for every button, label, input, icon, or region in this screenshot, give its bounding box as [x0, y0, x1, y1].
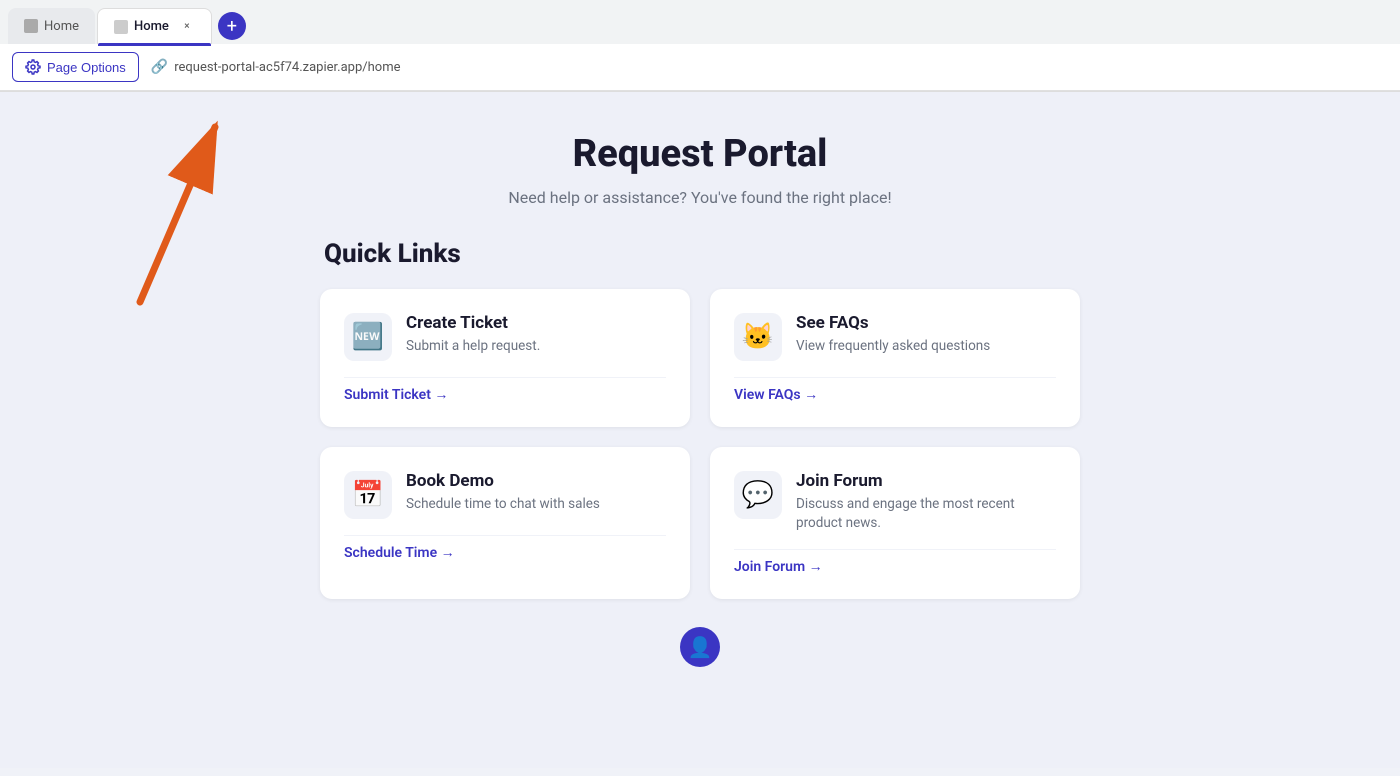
- tab-bar: Home Home × +: [0, 0, 1400, 44]
- browser-chrome: Home Home × + Page Options 🔗 request-por…: [0, 0, 1400, 92]
- join-forum-text: Join Forum Discuss and engage the most r…: [796, 471, 1056, 533]
- schedule-time-link[interactable]: Schedule Time →: [344, 535, 666, 561]
- submit-ticket-link[interactable]: Submit Ticket →: [344, 377, 666, 403]
- view-faqs-link[interactable]: View FAQs →: [734, 377, 1056, 403]
- book-demo-text: Book Demo Schedule time to chat with sal…: [406, 471, 666, 514]
- link-icon: 🔗: [151, 59, 168, 75]
- card-create-ticket[interactable]: 🆕 Create Ticket Submit a help request. S…: [320, 289, 690, 427]
- page-options-button[interactable]: Page Options: [12, 52, 139, 82]
- book-demo-desc: Schedule time to chat with sales: [406, 495, 666, 514]
- see-faqs-icon: 🐱: [734, 313, 782, 361]
- new-tab-icon: +: [227, 16, 237, 37]
- address-bar: Page Options 🔗 request-portal-ac5f74.zap…: [0, 44, 1400, 91]
- tab-active-label: Home: [134, 19, 169, 34]
- see-faqs-text: See FAQs View frequently asked questions: [796, 313, 1056, 356]
- bottom-hint: 👤: [20, 627, 1380, 667]
- card-join-forum[interactable]: 💬 Join Forum Discuss and engage the most…: [710, 447, 1080, 599]
- new-tab-button[interactable]: +: [218, 12, 246, 40]
- see-faqs-title: See FAQs: [796, 313, 1056, 333]
- join-forum-icon: 💬: [734, 471, 782, 519]
- create-ticket-text: Create Ticket Submit a help request.: [406, 313, 666, 356]
- bottom-avatar: 👤: [680, 627, 720, 667]
- card-create-ticket-header: 🆕 Create Ticket Submit a help request.: [344, 313, 666, 361]
- gear-icon: [25, 59, 41, 75]
- quick-links-section: Quick Links 🆕 Create Ticket Submit a hel…: [320, 239, 1080, 599]
- see-faqs-desc: View frequently asked questions: [796, 337, 1056, 356]
- page-options-label: Page Options: [47, 60, 126, 75]
- main-content: Request Portal Need help or assistance? …: [0, 92, 1400, 768]
- tab-inactive-label: Home: [44, 19, 79, 34]
- tab-home-icon: [24, 19, 38, 33]
- card-see-faqs[interactable]: 🐱 See FAQs View frequently asked questio…: [710, 289, 1080, 427]
- tab-active-home[interactable]: Home ×: [97, 8, 212, 44]
- create-ticket-icon: 🆕: [344, 313, 392, 361]
- create-ticket-desc: Submit a help request.: [406, 337, 666, 356]
- page-title: Request Portal: [20, 132, 1380, 176]
- create-ticket-title: Create Ticket: [406, 313, 666, 333]
- card-join-forum-header: 💬 Join Forum Discuss and engage the most…: [734, 471, 1056, 533]
- tab-active-icon: [114, 20, 128, 34]
- card-see-faqs-header: 🐱 See FAQs View frequently asked questio…: [734, 313, 1056, 361]
- join-forum-title: Join Forum: [796, 471, 1056, 491]
- page-subtitle: Need help or assistance? You've found th…: [20, 188, 1380, 207]
- card-book-demo[interactable]: 📅 Book Demo Schedule time to chat with s…: [320, 447, 690, 599]
- tab-inactive-home[interactable]: Home: [8, 8, 95, 44]
- tab-close-button[interactable]: ×: [179, 19, 195, 35]
- section-title: Quick Links: [320, 239, 1080, 269]
- book-demo-icon: 📅: [344, 471, 392, 519]
- heading-section: Request Portal Need help or assistance? …: [20, 132, 1380, 207]
- url-text: request-portal-ac5f74.zapier.app/home: [174, 60, 400, 75]
- url-bar[interactable]: 🔗 request-portal-ac5f74.zapier.app/home: [151, 59, 401, 75]
- book-demo-title: Book Demo: [406, 471, 666, 491]
- join-forum-link[interactable]: Join Forum →: [734, 549, 1056, 575]
- join-forum-desc: Discuss and engage the most recent produ…: [796, 495, 1056, 533]
- card-book-demo-header: 📅 Book Demo Schedule time to chat with s…: [344, 471, 666, 519]
- cards-grid: 🆕 Create Ticket Submit a help request. S…: [320, 289, 1080, 599]
